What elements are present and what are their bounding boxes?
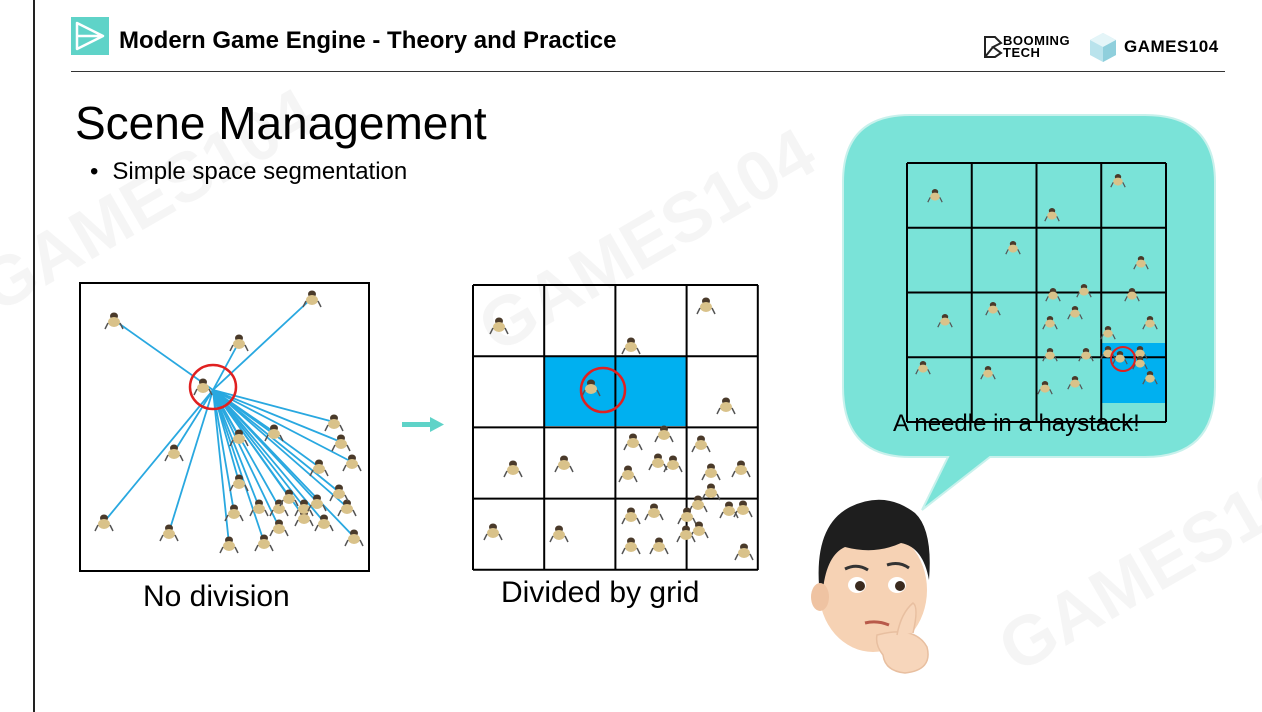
bubble-text: A needle in a haystack! <box>893 410 1140 437</box>
character-sprite <box>734 543 754 561</box>
play-triangle-icon <box>71 17 109 55</box>
right-arrow-icon <box>402 417 444 432</box>
grid-figure <box>472 284 759 571</box>
left-divider <box>33 0 35 712</box>
character-sprite <box>648 453 668 471</box>
character-sprite <box>618 465 638 483</box>
character-sprite <box>489 317 509 335</box>
character-sprite <box>701 463 721 481</box>
character-sprite <box>621 507 641 525</box>
character-sprite <box>623 433 643 451</box>
character-sprite <box>621 337 641 355</box>
character-sprite <box>503 460 523 478</box>
thinking-person-avatar <box>811 499 930 674</box>
character-sprite <box>483 523 503 541</box>
character-sprite <box>677 507 697 525</box>
character-sprite <box>701 483 721 501</box>
character-sprite <box>696 297 716 315</box>
bullet-item: • Simple space segmentation <box>90 158 408 185</box>
character-sprite <box>621 537 641 555</box>
character-sprite <box>649 537 669 555</box>
slide-title: Scene Management <box>75 97 487 149</box>
no-division-label: No division <box>143 580 290 613</box>
header-rule <box>71 71 1225 72</box>
character-sprite <box>554 455 574 473</box>
character-sprite <box>731 460 751 478</box>
booming-tech-icon <box>984 36 1003 58</box>
grid-label: Divided by grid <box>501 576 700 609</box>
games104-logo: GAMES104 <box>1088 30 1219 64</box>
character-sprite <box>716 397 736 415</box>
character-sprite <box>691 435 711 453</box>
no-division-figure <box>79 282 370 572</box>
character-sprite <box>549 525 569 543</box>
bullet-text: Simple space segmentation <box>112 158 408 185</box>
games104-text: GAMES104 <box>1124 37 1219 56</box>
character-sprite <box>689 521 709 539</box>
games-cube-icon <box>1090 33 1116 62</box>
grid-lines <box>472 284 759 571</box>
header-title: Modern Game Engine - Theory and Practice <box>119 27 617 54</box>
booming-tech-logo: BOOMING TECH <box>983 30 1070 64</box>
character-sprite <box>644 503 664 521</box>
characters <box>483 297 754 561</box>
speech-bubble <box>842 114 1216 511</box>
tech-text: TECH <box>1003 45 1041 60</box>
